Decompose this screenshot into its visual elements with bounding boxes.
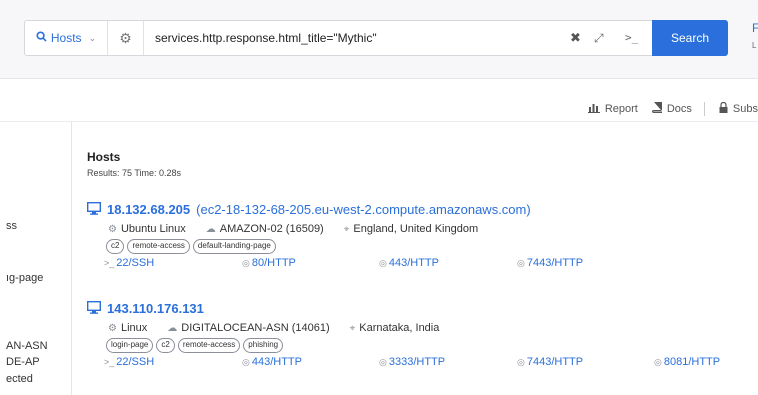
host-tag[interactable]: default-landing-page bbox=[192, 239, 276, 254]
search-button[interactable]: Search bbox=[652, 20, 728, 56]
service-link[interactable]: ◎ 7443/HTTP bbox=[517, 356, 583, 368]
divider bbox=[0, 121, 758, 122]
host-asn[interactable]: AMAZON-02 (16509) bbox=[220, 223, 324, 235]
results-title: Hosts bbox=[87, 150, 121, 164]
service-link[interactable]: >_ 22/SSH bbox=[104, 257, 154, 269]
book-icon bbox=[651, 102, 662, 116]
subscribe-button[interactable]: Subs bbox=[719, 101, 758, 116]
chevron-down-icon: ⌄ bbox=[88, 32, 97, 43]
host-tag[interactable]: login-page bbox=[106, 338, 154, 353]
sidebar-item[interactable]: AN-ASN bbox=[6, 340, 48, 352]
host-ip-link[interactable]: 18.132.68.205 bbox=[107, 202, 190, 217]
service-link[interactable]: ◎ 3333/HTTP bbox=[379, 356, 445, 368]
cloud-icon: ☁ bbox=[167, 322, 178, 334]
close-icon[interactable]: ✖ bbox=[570, 21, 581, 55]
monitor-icon bbox=[86, 201, 102, 216]
search-icon bbox=[36, 31, 47, 45]
bar-chart-icon bbox=[587, 103, 600, 116]
host-dns-link[interactable]: (ec2-18-132-68-205.eu-west-2.compute.ama… bbox=[196, 202, 531, 217]
globe-icon: ◎ bbox=[517, 258, 525, 268]
gear-icon[interactable]: ⚙ bbox=[108, 21, 144, 55]
sidebar-item[interactable]: ıg-page bbox=[6, 272, 43, 284]
service-link[interactable]: ◎ 8081/HTTP bbox=[654, 356, 720, 368]
report-button[interactable]: Report bbox=[587, 103, 638, 116]
host-tag[interactable]: c2 bbox=[156, 338, 175, 353]
gear-icon: ⚙ bbox=[108, 322, 117, 334]
toolbar-divider bbox=[703, 102, 705, 116]
monitor-icon bbox=[86, 300, 102, 315]
host-tag[interactable]: phishing bbox=[243, 338, 284, 353]
results-meta: Results: 75 Time: 0.28s bbox=[87, 168, 182, 178]
service-link[interactable]: >_ 22/SSH bbox=[104, 356, 154, 368]
host-asn[interactable]: DIGITALOCEAN-ASN (14061) bbox=[181, 322, 329, 334]
sidebar-item[interactable]: ss bbox=[6, 220, 17, 232]
filter-sidebar: ss ıg-page AN-ASN DE-AP ected bbox=[0, 122, 72, 395]
cut-off-sublabel: L bbox=[752, 41, 757, 50]
host-location[interactable]: Karnataka, India bbox=[359, 322, 439, 334]
search-input[interactable]: services.http.response.html_title="Mythi… bbox=[155, 21, 377, 55]
host-os: Ubuntu Linux bbox=[120, 223, 186, 235]
globe-icon: ◎ bbox=[379, 258, 387, 268]
docs-label: Docs bbox=[666, 103, 692, 115]
host-ip-link[interactable]: 143.110.176.131 bbox=[107, 301, 204, 316]
search-box: Hosts ⌄ ⚙ services.http.response.html_ti… bbox=[24, 20, 728, 56]
terminal-icon: >_ bbox=[104, 357, 115, 367]
host-result: 18.132.68.205 (ec2-18-132-68-205.eu-west… bbox=[86, 200, 758, 273]
gear-icon: ⚙ bbox=[108, 223, 117, 235]
host-tag[interactable]: remote-access bbox=[177, 338, 241, 353]
globe-icon: ◎ bbox=[242, 258, 250, 268]
globe-icon: ◎ bbox=[242, 357, 250, 367]
service-link[interactable]: ◎ 443/HTTP bbox=[242, 356, 302, 368]
terminal-icon[interactable]: >_ bbox=[625, 21, 638, 55]
sidebar-item[interactable]: ected bbox=[6, 373, 33, 385]
host-location[interactable]: England, United Kingdom bbox=[353, 223, 478, 235]
subs-label: Subs bbox=[732, 103, 758, 115]
expand-icon[interactable]: ⤢ bbox=[594, 21, 604, 55]
location-pin-icon: ⌖ bbox=[349, 322, 356, 334]
location-pin-icon: ⌖ bbox=[343, 223, 350, 235]
host-tag[interactable]: c2 bbox=[106, 239, 125, 254]
cut-off-label[interactable]: F bbox=[752, 21, 758, 35]
docs-button[interactable]: Docs bbox=[651, 102, 692, 116]
cloud-icon: ☁ bbox=[205, 223, 216, 235]
lock-icon bbox=[719, 101, 728, 116]
terminal-icon: >_ bbox=[104, 258, 115, 268]
service-link[interactable]: ◎ 80/HTTP bbox=[242, 257, 296, 269]
host-os: Linux bbox=[120, 322, 148, 334]
globe-icon: ◎ bbox=[517, 357, 525, 367]
top-search-bar: Hosts ⌄ ⚙ services.http.response.html_ti… bbox=[0, 0, 758, 79]
host-result: 143.110.176.131 ⚙ Linux ☁ DIGITALOCEAN-A… bbox=[86, 299, 758, 372]
service-link[interactable]: ◎ 443/HTTP bbox=[379, 257, 439, 269]
host-tag[interactable]: remote-access bbox=[127, 239, 190, 254]
results-toolbar: Report Docs Subs bbox=[574, 101, 758, 117]
service-link[interactable]: ◎ 7443/HTTP bbox=[517, 257, 583, 269]
search-type-dropdown[interactable]: Hosts ⌄ bbox=[25, 21, 108, 55]
search-type-label: Hosts bbox=[50, 31, 82, 45]
sidebar-item[interactable]: DE-AP bbox=[6, 356, 40, 368]
globe-icon: ◎ bbox=[654, 357, 662, 367]
globe-icon: ◎ bbox=[379, 357, 387, 367]
report-label: Report bbox=[604, 103, 638, 115]
